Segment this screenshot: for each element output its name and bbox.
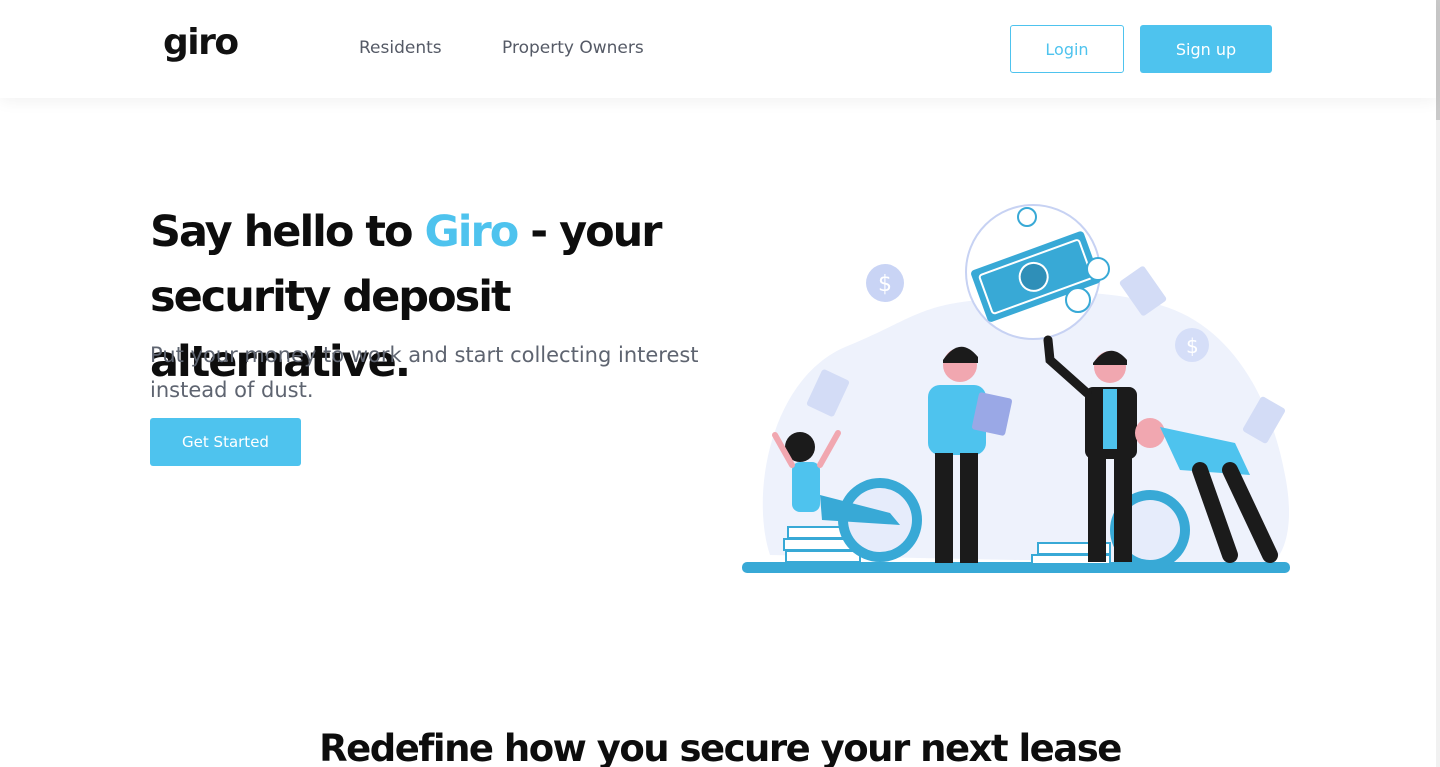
login-button[interactable]: Login xyxy=(1010,25,1124,73)
nav-residents[interactable]: Residents xyxy=(359,38,442,58)
coin-small-2 xyxy=(1065,287,1091,313)
svg-text:$: $ xyxy=(878,272,892,297)
get-started-button[interactable]: Get Started xyxy=(150,418,301,466)
signup-button[interactable]: Sign up xyxy=(1140,25,1272,73)
hero-subtext: Put your money to work and start collect… xyxy=(150,343,699,402)
scrollbar[interactable] xyxy=(1436,0,1440,767)
giro-logo[interactable]: giro xyxy=(163,22,239,63)
site-header: giro Residents Property Owners Login Sig… xyxy=(0,0,1436,98)
scrollbar-thumb[interactable] xyxy=(1436,0,1440,120)
ground-line xyxy=(742,562,1290,573)
svg-text:$: $ xyxy=(1186,334,1199,358)
headline-text-1: Say hello to xyxy=(150,207,425,257)
coin-small-1 xyxy=(1017,207,1037,227)
nav-property-owners[interactable]: Property Owners xyxy=(502,38,644,58)
section-title: Redefine how you secure your next lease xyxy=(319,727,1122,767)
headline-brand: Giro xyxy=(424,207,520,257)
hero-illustration: $ $ xyxy=(742,204,1290,573)
coin-small-3 xyxy=(1086,257,1110,281)
